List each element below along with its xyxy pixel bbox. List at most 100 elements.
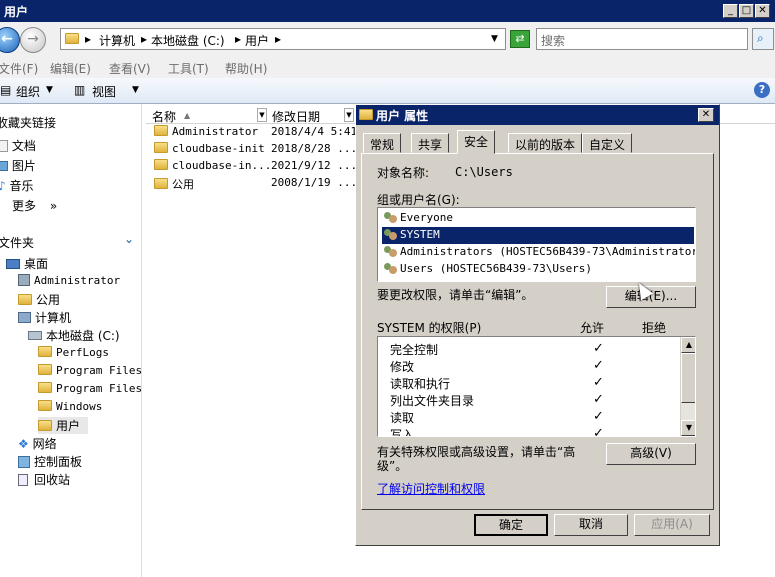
menu-tools[interactable]: 工具(T) bbox=[168, 60, 209, 77]
folder-icon bbox=[38, 382, 52, 393]
tab-general[interactable]: 常规 bbox=[363, 133, 402, 153]
dialog-title: 用户 属性 bbox=[376, 109, 429, 123]
tree-item-desktop[interactable]: 桌面 bbox=[6, 255, 48, 272]
refresh-icon[interactable]: ⇄ bbox=[510, 30, 530, 48]
maximize-button[interactable]: □ bbox=[739, 4, 754, 18]
cancel-button[interactable]: 取消 bbox=[554, 514, 628, 536]
list-item-selected[interactable]: SYSTEM bbox=[382, 227, 694, 244]
tree-item-perflogs[interactable]: PerfLogs bbox=[38, 346, 109, 359]
breadcrumb-separator[interactable]: ▸ bbox=[141, 32, 147, 46]
file-name: cloudbase-in... bbox=[172, 159, 272, 172]
computer-icon bbox=[18, 312, 31, 323]
sidebar-more[interactable]: 更多 » bbox=[12, 197, 57, 214]
view-icon: ▥ bbox=[74, 83, 86, 97]
chevron-down-icon[interactable]: ▼ bbox=[491, 34, 498, 44]
breadcrumb-separator[interactable]: ▸ bbox=[85, 32, 91, 46]
organize-button[interactable]: 组织 bbox=[16, 83, 40, 100]
chevron-down-icon[interactable]: ⌄ bbox=[124, 232, 134, 246]
search-button[interactable]: ⌕ bbox=[752, 28, 774, 50]
permission-row: 读取 ✓ bbox=[390, 409, 680, 426]
menu-view[interactable]: 查看(V) bbox=[109, 60, 151, 77]
access-control-help-link[interactable]: 了解访问控制和权限 bbox=[377, 480, 485, 497]
tree-item-label: 计算机 bbox=[35, 311, 72, 325]
tree-item-administrator[interactable]: Administrator bbox=[18, 274, 120, 287]
breadcrumb-separator[interactable]: ▸ bbox=[275, 32, 281, 46]
tree-item-local-disk[interactable]: 本地磁盘 (C:) bbox=[28, 327, 120, 344]
check-icon: ✓ bbox=[593, 426, 604, 437]
folder-icon bbox=[154, 178, 168, 189]
sidebar-item-documents[interactable]: 文档 bbox=[0, 137, 36, 154]
tree-item-program-files[interactable]: Program Files bbox=[38, 364, 142, 377]
back-button[interactable]: ← bbox=[0, 27, 20, 53]
list-item[interactable]: Users (HOSTEC56B439-73\Users) bbox=[382, 261, 694, 278]
search-input[interactable]: 搜索 bbox=[536, 28, 748, 50]
permission-name: 完全控制 bbox=[390, 343, 439, 357]
recycle-bin-icon bbox=[18, 474, 28, 486]
sidebar-item-music[interactable]: ♪ 音乐 bbox=[0, 177, 34, 194]
ok-button[interactable]: 确定 bbox=[474, 514, 548, 536]
permissions-list[interactable]: 完全控制 ✓ 修改 ✓ 读取和执行 ✓ 列出文件夹目录 ✓ 读取 ✓ 写入 ✓ … bbox=[377, 336, 696, 437]
tree-item-users[interactable]: 用户 bbox=[38, 417, 89, 434]
tree-item-label: Program Files bbox=[56, 364, 143, 377]
table-row[interactable]: 公用 bbox=[154, 176, 194, 192]
list-item[interactable]: Administrators (HOSTEC56B439-73\Administ… bbox=[382, 244, 695, 261]
breadcrumb-separator[interactable]: ▸ bbox=[235, 32, 241, 46]
tab-security[interactable]: 安全 bbox=[457, 130, 496, 154]
tree-item-recycle-bin[interactable]: 回收站 bbox=[18, 471, 70, 488]
favorites-header: 收藏夹链接 bbox=[0, 116, 57, 130]
chevron-down-icon[interactable]: ▼ bbox=[132, 85, 139, 95]
tab-customize[interactable]: 自定义 bbox=[582, 133, 633, 153]
close-button[interactable]: ✕ bbox=[755, 4, 770, 18]
address-input[interactable]: ▸ 计算机 ▸ 本地磁盘 (C:) ▸ 用户 ▸ ▼ bbox=[60, 28, 506, 50]
sidebar-item-pictures[interactable]: 图片 bbox=[0, 157, 36, 174]
tab-previous-versions[interactable]: 以前的版本 bbox=[508, 133, 583, 153]
tree-item-network[interactable]: ❖ 网络 bbox=[18, 435, 57, 452]
sidebar-item-label: 音乐 bbox=[9, 179, 34, 193]
breadcrumb-local-disk[interactable]: 本地磁盘 (C:) bbox=[151, 32, 225, 49]
dialog-close-button[interactable]: ✕ bbox=[698, 108, 714, 122]
group-label: 组或用户名(G): bbox=[377, 193, 460, 207]
column-name[interactable]: 名称 bbox=[152, 108, 176, 125]
dialog-titlebar: 用户 属性 ✕ bbox=[356, 105, 719, 125]
tree-item-label: 回收站 bbox=[34, 473, 71, 487]
tree-item-public[interactable]: 公用 bbox=[18, 291, 60, 308]
view-button[interactable]: 视图 bbox=[92, 83, 116, 100]
menu-help[interactable]: 帮助(H) bbox=[225, 60, 267, 77]
scrollbar[interactable]: ▲ ▼ bbox=[680, 337, 695, 436]
scroll-down-icon[interactable]: ▼ bbox=[681, 420, 695, 436]
table-row[interactable]: cloudbase-in... bbox=[154, 159, 271, 172]
user-list[interactable]: Everyone SYSTEM Administrators (HOSTEC56… bbox=[377, 207, 696, 282]
apply-button[interactable]: 应用(A) bbox=[634, 514, 710, 536]
column-filter-button[interactable]: ▼ bbox=[257, 108, 267, 122]
desktop-icon bbox=[6, 259, 20, 269]
scroll-up-icon[interactable]: ▲ bbox=[681, 337, 695, 353]
tree-item-computer[interactable]: 计算机 bbox=[18, 309, 71, 326]
table-row[interactable]: Administrator bbox=[154, 125, 258, 138]
help-icon[interactable]: ? bbox=[754, 82, 770, 98]
deny-column-header: 拒绝 bbox=[642, 321, 667, 335]
folder-icon bbox=[65, 33, 79, 44]
file-date: 2018/8/28 ... bbox=[271, 142, 358, 155]
folder-icon bbox=[18, 294, 32, 305]
tree-item-control-panel[interactable]: 控制面板 bbox=[18, 453, 82, 470]
column-date[interactable]: 修改日期 bbox=[272, 108, 320, 125]
breadcrumb-users[interactable]: 用户 bbox=[245, 32, 269, 49]
tree-item-windows[interactable]: Windows bbox=[38, 400, 102, 413]
users-icon bbox=[384, 246, 397, 258]
advanced-button[interactable]: 高级(V) bbox=[606, 443, 696, 465]
tree-item-program-files-x86[interactable]: Program Files bbox=[38, 382, 142, 395]
music-icon: ♪ bbox=[0, 179, 6, 193]
column-filter-button[interactable]: ▼ bbox=[344, 108, 354, 122]
scroll-thumb[interactable] bbox=[681, 353, 695, 403]
list-item[interactable]: Everyone bbox=[382, 210, 694, 227]
menu-edit[interactable]: 编辑(E) bbox=[50, 60, 91, 77]
menu-file[interactable]: 文件(F) bbox=[0, 60, 38, 77]
chevron-down-icon[interactable]: ▼ bbox=[46, 85, 53, 95]
table-row[interactable]: cloudbase-init bbox=[154, 142, 265, 155]
menu-bar: 文件(F) 编辑(E) 查看(V) 工具(T) 帮助(H) bbox=[0, 58, 775, 78]
minimize-button[interactable]: _ bbox=[723, 4, 738, 18]
forward-button[interactable]: → bbox=[20, 27, 46, 53]
tab-sharing[interactable]: 共享 bbox=[411, 133, 450, 153]
folders-header[interactable]: 文件夹 bbox=[0, 234, 34, 251]
breadcrumb-computer[interactable]: 计算机 bbox=[99, 32, 135, 49]
